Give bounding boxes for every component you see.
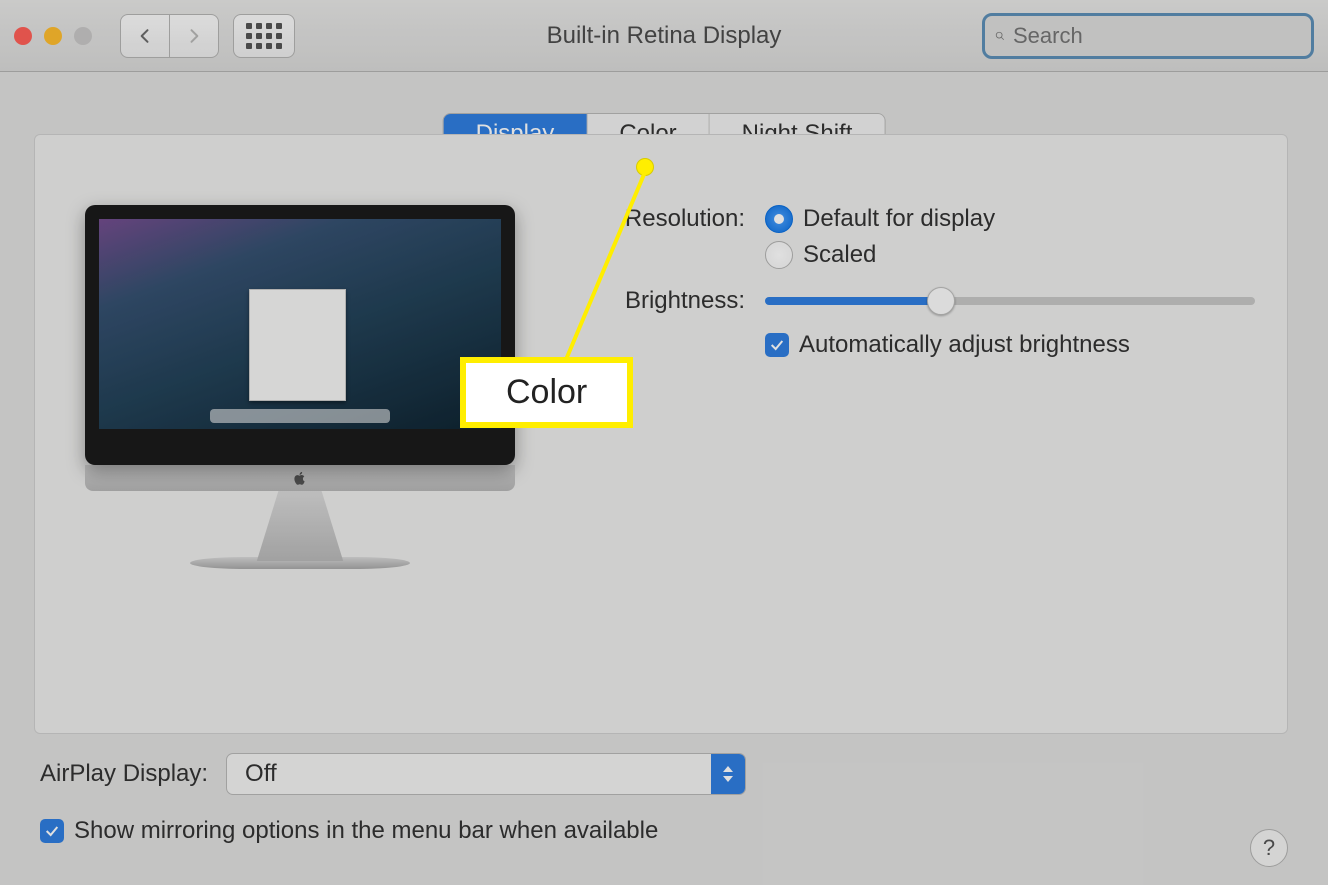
chevron-up-down-icon <box>711 754 745 794</box>
settings-column: Resolution: Default for display Scaled B… <box>585 205 1255 733</box>
search-icon <box>995 26 1005 46</box>
slider-thumb[interactable] <box>927 287 955 315</box>
checkbox-icon <box>40 819 64 843</box>
radio-icon <box>765 205 793 233</box>
zoom-icon[interactable] <box>74 27 92 45</box>
grid-icon <box>246 23 282 49</box>
window-title: Built-in Retina Display <box>547 22 782 50</box>
mirroring-checkbox[interactable]: Show mirroring options in the menu bar w… <box>40 817 658 845</box>
monitor-chin <box>85 465 515 491</box>
radio-default-label: Default for display <box>803 205 995 233</box>
settings-panel: Resolution: Default for display Scaled B… <box>34 134 1288 734</box>
forward-button[interactable] <box>169 14 219 58</box>
minimize-icon[interactable] <box>44 27 62 45</box>
monitor-stand <box>240 491 360 561</box>
apple-logo-icon <box>292 470 308 486</box>
back-button[interactable] <box>120 14 170 58</box>
close-icon[interactable] <box>14 27 32 45</box>
search-input[interactable] <box>1013 23 1301 49</box>
checkbox-icon <box>765 333 789 357</box>
mirroring-label: Show mirroring options in the menu bar w… <box>74 817 658 845</box>
airplay-label: AirPlay Display: <box>40 760 208 788</box>
window-controls <box>14 27 92 45</box>
airplay-value: Off <box>227 760 711 788</box>
show-all-button[interactable] <box>233 14 295 58</box>
radio-scaled-label: Scaled <box>803 241 876 269</box>
radio-icon <box>765 241 793 269</box>
airplay-popup[interactable]: Off <box>226 753 746 795</box>
help-button[interactable]: ? <box>1250 829 1288 867</box>
brightness-slider[interactable] <box>765 297 1255 305</box>
search-field[interactable] <box>982 13 1314 59</box>
resolution-label: Resolution: <box>585 205 765 269</box>
footer: AirPlay Display: Off Show mirroring opti… <box>40 753 1288 867</box>
auto-brightness-label: Automatically adjust brightness <box>799 331 1130 359</box>
display-preview <box>85 205 515 733</box>
radio-default[interactable]: Default for display <box>765 205 995 233</box>
radio-scaled[interactable]: Scaled <box>765 241 995 269</box>
toolbar: Built-in Retina Display <box>0 0 1328 72</box>
auto-brightness-checkbox[interactable]: Automatically adjust brightness <box>765 331 1255 359</box>
screen-icon <box>85 205 515 465</box>
brightness-label: Brightness: <box>585 287 765 359</box>
nav-back-forward <box>120 14 219 58</box>
